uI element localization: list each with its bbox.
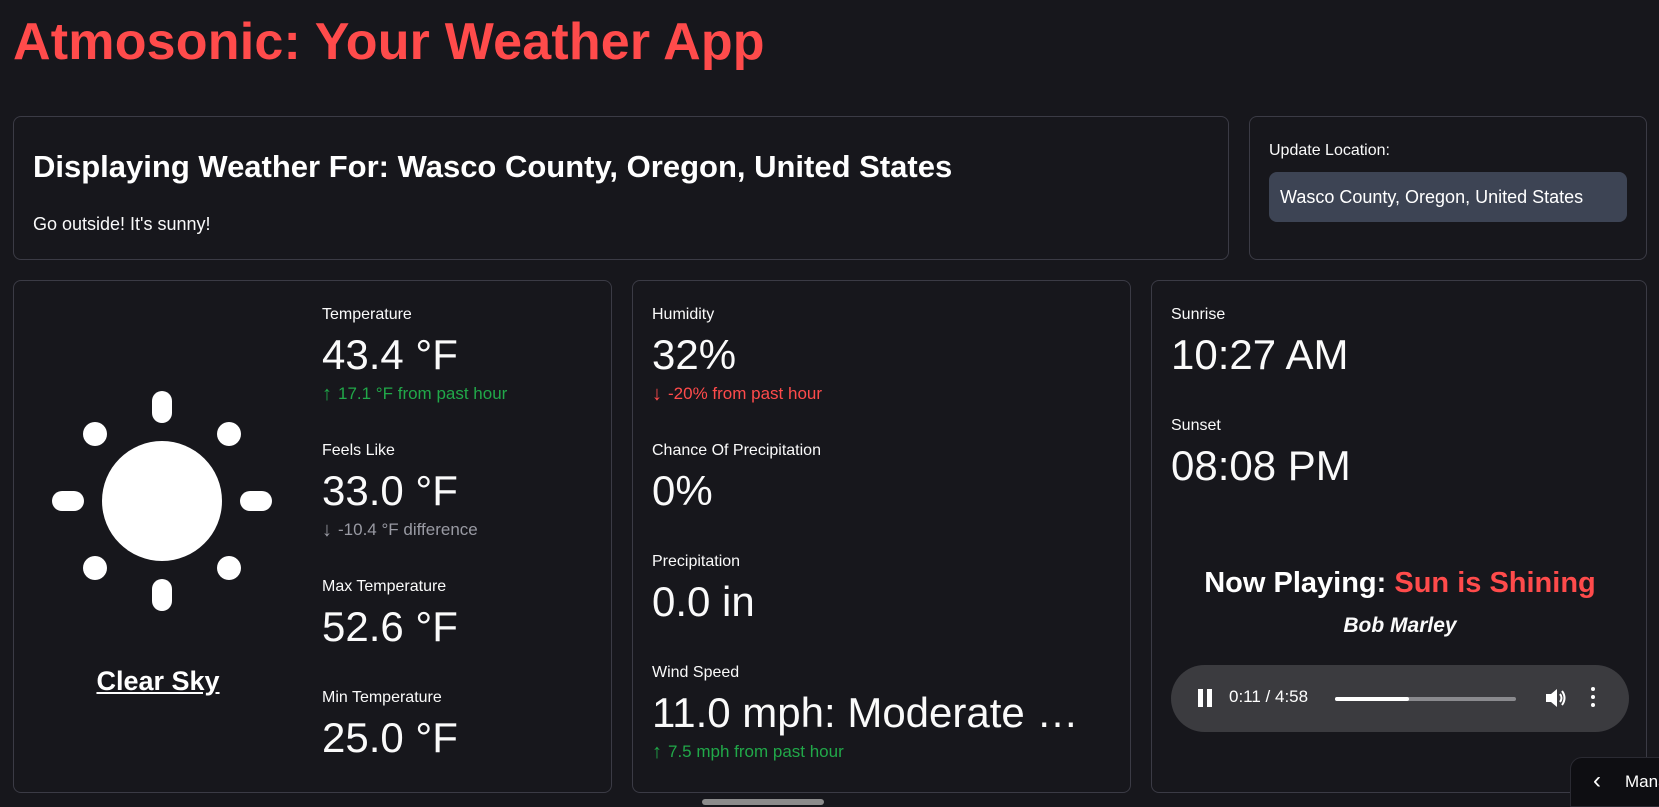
- volume-icon[interactable]: [1545, 686, 1567, 710]
- weather-message: Go outside! It's sunny!: [33, 214, 211, 234]
- metric-value: 0%: [652, 467, 713, 514]
- metric-delta: ↓ -10.4 °F difference: [322, 519, 478, 541]
- location-heading: Displaying Weather For: Wasco County, Or…: [33, 149, 953, 184]
- metric-label: Feels Like: [322, 442, 395, 459]
- precipitation-metric: Precipitation 0.0 in: [652, 552, 755, 629]
- metric-delta: ↓ -20% from past hour: [652, 383, 822, 405]
- delta-text: -10.4 °F difference: [338, 520, 478, 539]
- seek-slider[interactable]: [1335, 697, 1516, 701]
- arrow-up-icon: ↑: [322, 383, 332, 405]
- sun-times-card: Sunrise 10:27 AM Sunset 08:08 PM Now Pla…: [1151, 280, 1647, 793]
- temperature-card: Clear Sky Temperature 43.4 °F ↑ 17.1 °F …: [13, 280, 612, 793]
- metric-value: 43.4 °F: [322, 331, 458, 378]
- sunrise-metric: Sunrise 10:27 AM: [1171, 305, 1348, 382]
- sun-icon: [42, 381, 282, 621]
- header-card: Displaying Weather For: Wasco County, Or…: [13, 116, 1229, 260]
- horizontal-scrollbar[interactable]: [702, 799, 824, 805]
- metric-value: 25.0 °F: [322, 714, 458, 761]
- playback-time: 0:11 / 4:58: [1229, 687, 1309, 706]
- now-playing-heading: Now Playing: Sun is Shining: [1152, 567, 1648, 600]
- now-playing-prefix: Now Playing:: [1204, 567, 1395, 599]
- arrow-down-icon: ↓: [652, 383, 662, 405]
- metric-label: Temperature: [322, 306, 412, 323]
- temperature-metric: Temperature 43.4 °F ↑ 17.1 °F from past …: [322, 305, 507, 405]
- artist-name: Bob Marley: [1343, 614, 1457, 637]
- manage-app-button[interactable]: ‹ Manage app: [1570, 757, 1659, 807]
- metric-label: Wind Speed: [652, 664, 740, 681]
- chevron-left-icon: ‹: [1593, 767, 1601, 794]
- metric-value: 52.6 °F: [322, 603, 458, 650]
- metric-value: 10:27 AM: [1171, 331, 1349, 378]
- metric-label: Chance Of Precipitation: [652, 442, 821, 459]
- max-temperature-metric: Max Temperature 52.6 °F: [322, 577, 458, 654]
- min-temperature-metric: Min Temperature 25.0 °F: [322, 688, 458, 765]
- metric-delta: ↑ 17.1 °F from past hour: [322, 383, 507, 405]
- metric-value: 0.0 in: [652, 578, 755, 625]
- metric-label: Sunrise: [1171, 306, 1226, 323]
- metric-value: 11.0 mph: Moderate …: [652, 689, 1079, 736]
- metric-label: Sunset: [1171, 417, 1221, 434]
- precipitation-chance-metric: Chance Of Precipitation 0%: [652, 441, 821, 518]
- pause-button[interactable]: [1197, 689, 1213, 707]
- metric-value: 08:08 PM: [1171, 442, 1351, 489]
- condition-label: Clear Sky: [96, 666, 220, 696]
- app-title: Atmosonic: Your Weather App: [13, 13, 765, 71]
- metric-label: Precipitation: [652, 553, 741, 570]
- metric-value: 33.0 °F: [322, 467, 458, 514]
- arrow-down-icon: ↓: [322, 519, 332, 541]
- feels-like-metric: Feels Like 33.0 °F ↓ -10.4 °F difference: [322, 441, 478, 541]
- delta-text: -20% from past hour: [668, 384, 823, 403]
- location-input-label: Update Location:: [1269, 142, 1390, 159]
- seek-progress: [1335, 697, 1410, 701]
- humidity-metric: Humidity 32% ↓ -20% from past hour: [652, 305, 822, 405]
- location-card: Update Location:: [1249, 116, 1647, 260]
- metric-label: Max Temperature: [322, 578, 447, 595]
- delta-text: 17.1 °F from past hour: [338, 384, 508, 403]
- metric-value: 32%: [652, 331, 737, 378]
- metric-delta: ↑ 7.5 mph from past hour: [652, 741, 1078, 763]
- audio-player: 0:11 / 4:58: [1171, 665, 1629, 732]
- conditions-card: Humidity 32% ↓ -20% from past hour Chanc…: [632, 280, 1131, 793]
- delta-text: 7.5 mph from past hour: [668, 742, 844, 761]
- wind-speed-metric: Wind Speed 11.0 mph: Moderate … ↑ 7.5 mp…: [652, 663, 1078, 763]
- manage-app-label: Manage app: [1625, 772, 1659, 791]
- more-options-icon[interactable]: [1589, 687, 1597, 709]
- metric-label: Humidity: [652, 306, 715, 323]
- sunset-metric: Sunset 08:08 PM: [1171, 416, 1351, 493]
- song-title: Sun is Shining: [1394, 567, 1596, 599]
- location-input[interactable]: [1269, 172, 1627, 222]
- arrow-up-icon: ↑: [652, 741, 662, 763]
- metric-label: Min Temperature: [322, 689, 442, 706]
